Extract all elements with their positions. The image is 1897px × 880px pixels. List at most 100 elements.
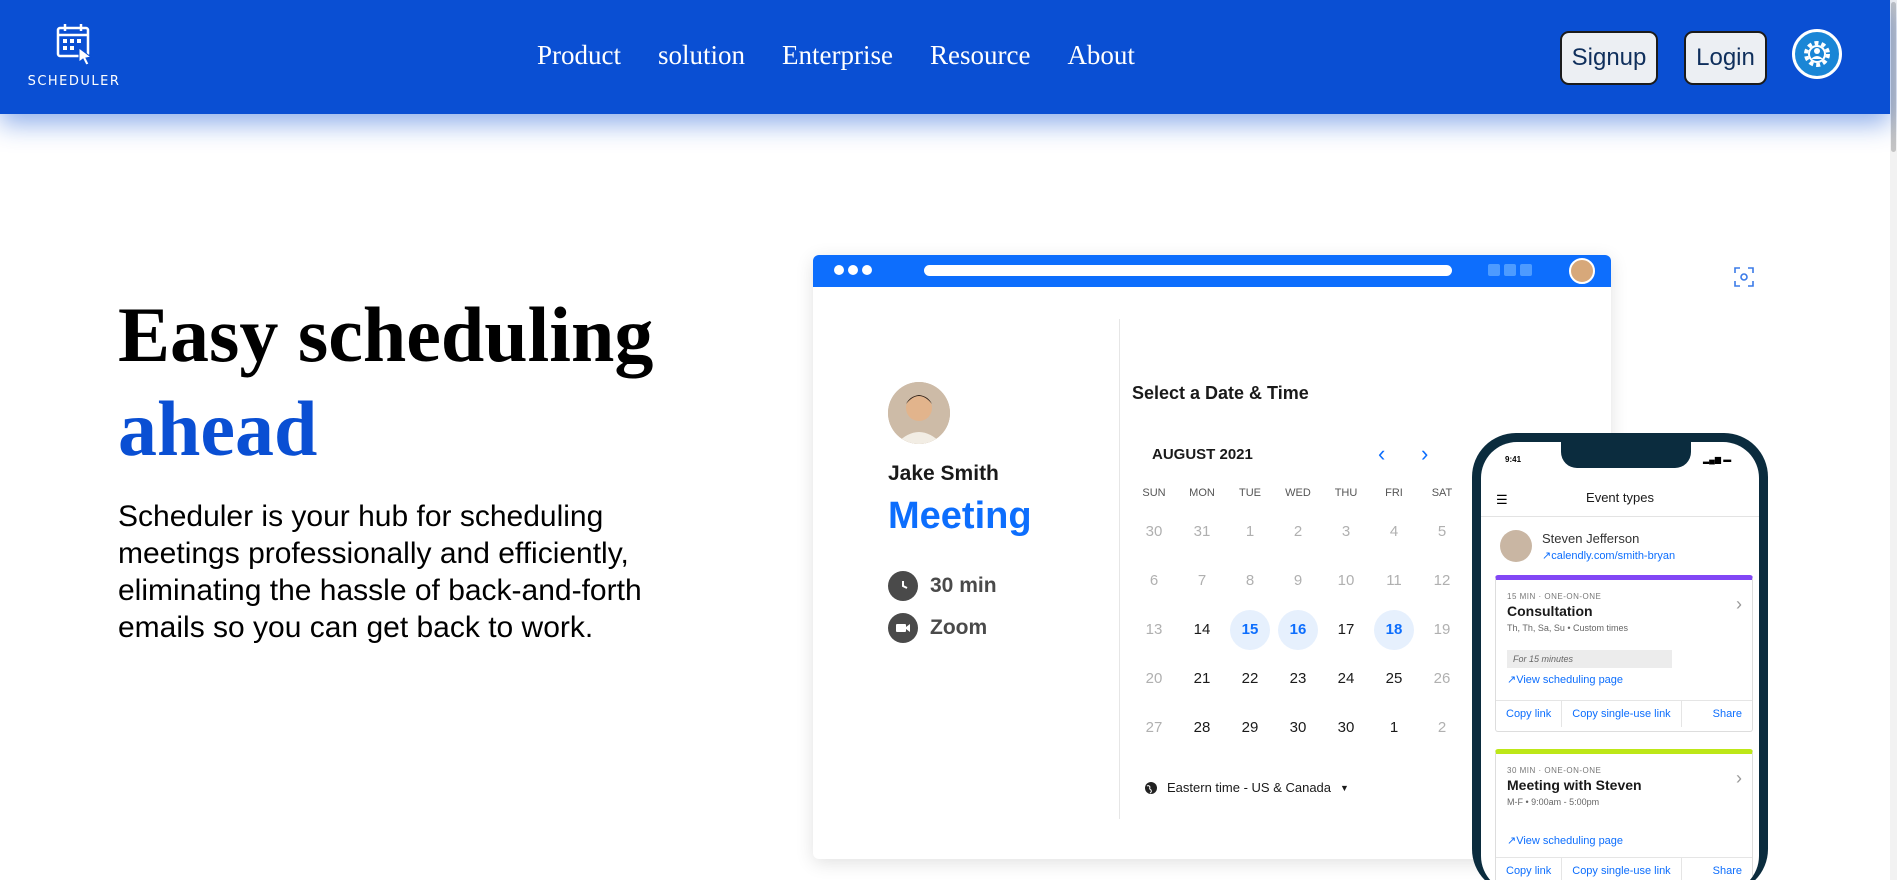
weekday: TUE [1239,487,1261,499]
calendar-day[interactable]: 17 [1322,605,1370,654]
calendar-day: 2 [1293,523,1303,540]
calendar-day[interactable]: 25 [1370,654,1418,703]
host-avatar [888,382,950,444]
phone-mockup: 9:41 ▂▄▆ ▬ ☰ Event types Steven Jefferso… [1472,433,1768,880]
calendar-day[interactable]: 14 [1178,605,1226,654]
weekday: THU [1334,487,1358,499]
event-card[interactable]: 30 MIN · ONE-ON-ONE Meeting with Steven … [1495,749,1753,880]
available-day[interactable]: 16 [1274,605,1322,654]
calendar-week: 6 7 8 9 10 11 12 [1130,556,1466,605]
calendar-day[interactable]: 22 [1226,654,1274,703]
panel-divider [1119,319,1120,819]
calendar-day: 13 [1145,621,1163,638]
card-actions: Copy link Copy single-use link Share [1496,857,1752,880]
calendar-day: 30 [1145,523,1163,540]
view-scheduling-link[interactable]: ↗View scheduling page [1507,834,1623,847]
event-card[interactable]: 15 MIN · ONE-ON-ONE Consultation Th, Th,… [1495,575,1753,732]
main-nav: Product solution Enterprise Resource Abo… [537,40,1135,71]
chevron-right-icon[interactable]: › [1736,594,1742,615]
card-actions: Copy link Copy single-use link Share [1496,700,1752,727]
nav-enterprise[interactable]: Enterprise [782,40,893,71]
calendar-day: 2 [1437,719,1447,736]
phone-title: Event types [1586,490,1654,505]
calendar-day: 26 [1433,670,1451,687]
copy-single-use-link-button[interactable]: Copy single-use link [1562,701,1682,727]
calendar-day: 19 [1433,621,1451,638]
browser-titlebar [813,255,1611,287]
view-scheduling-link[interactable]: ↗View scheduling page [1507,673,1623,686]
login-button[interactable]: Login [1684,31,1767,85]
hero-title-line1: Easy scheduling [118,291,654,378]
video-camera-icon [888,613,918,643]
calendar-day[interactable]: 30 [1322,703,1370,752]
copy-link-button[interactable]: Copy link [1496,858,1563,880]
calendar-day[interactable]: 28 [1178,703,1226,752]
logo-text: SCHEDULER [27,74,121,89]
event-meta: 15 MIN · ONE-ON-ONE [1507,592,1602,601]
top-navbar: SCHEDULER Product solution Enterprise Re… [0,0,1890,114]
weekday: SUN [1142,487,1166,499]
available-day-label: 18 [1374,609,1414,650]
view-scheduling-text: View scheduling page [1516,835,1624,847]
calendar-day[interactable]: 1 [1370,703,1418,752]
calendar-day: 12 [1433,572,1451,589]
status-signal-icon: ▂▄▆ ▬ [1703,455,1732,464]
settings-gear-icon[interactable] [1792,29,1842,79]
calendar-day: 3 [1341,523,1351,540]
calendar-grid: SUN MON TUE WED THU FRI SAT 30 31 1 2 3 … [1130,487,1466,752]
status-time: 9:41 [1505,455,1522,464]
next-month-chevron-icon[interactable]: › [1421,441,1428,467]
event-subtitle: Th, Th, Sa, Su • Custom times [1507,623,1629,633]
user-link-text: calendly.com/smith-bryan [1551,550,1676,562]
calendar-week: 20 21 22 23 24 25 26 [1130,654,1466,703]
event-title: Meeting with Steven [1507,777,1642,793]
page-scrollbar[interactable] [1890,0,1897,880]
browser-avatar [1569,258,1595,284]
month-label: AUGUST 2021 [1152,446,1253,463]
calendar-day[interactable]: 21 [1178,654,1226,703]
calendar-day: 10 [1337,572,1355,589]
calendar-week: 13 14 15 16 17 18 19 [1130,605,1466,654]
globe-icon [1145,781,1157,794]
focus-scan-icon[interactable] [1733,266,1755,288]
copy-link-button[interactable]: Copy link [1496,701,1563,727]
event-name: Meeting [888,495,1032,537]
event-meta: 30 MIN · ONE-ON-ONE [1507,766,1602,775]
calendar-day: 11 [1386,572,1402,589]
user-avatar [1500,530,1532,562]
share-button[interactable]: Share [1703,701,1752,727]
clock-icon [888,571,918,601]
window-dots-icon [834,265,872,275]
available-day-label: 16 [1278,609,1318,650]
calendar-day[interactable]: 30 [1274,703,1322,752]
available-day-label: 15 [1230,609,1270,650]
duration-text: 30 min [930,574,997,597]
nav-resource[interactable]: Resource [930,40,1030,71]
share-button[interactable]: Share [1703,858,1752,880]
calendar-day[interactable]: 23 [1274,654,1322,703]
location-row: Zoom [888,613,987,643]
weekday-header: SUN MON TUE WED THU FRI SAT [1130,487,1466,507]
calendar-day: 20 [1145,670,1163,687]
hero-title: Easy scheduling ahead [118,288,653,476]
nav-product[interactable]: Product [537,40,621,71]
nav-solution[interactable]: solution [658,40,745,71]
prev-month-chevron-icon[interactable]: ‹ [1378,441,1385,467]
timezone-selector[interactable]: Eastern time - US & Canada ▼ [1144,780,1349,795]
calendar-day[interactable]: 24 [1322,654,1370,703]
chevron-right-icon[interactable]: › [1736,768,1742,789]
calendar-day: 6 [1149,572,1159,589]
logo[interactable]: SCHEDULER [24,22,124,89]
calendar-day: 9 [1293,572,1303,589]
available-day[interactable]: 18 [1370,605,1418,654]
calendar-day[interactable]: 29 [1226,703,1274,752]
nav-about[interactable]: About [1067,40,1135,71]
duration-row: 30 min [888,571,997,601]
user-link[interactable]: ↗calendly.com/smith-bryan [1542,549,1675,562]
copy-single-use-link-button[interactable]: Copy single-use link [1562,858,1682,880]
calendar-day: 1 [1245,523,1255,540]
phone-divider [1481,516,1759,517]
calendar-day: 5 [1437,523,1447,540]
available-day[interactable]: 15 [1226,605,1274,654]
signup-button[interactable]: Signup [1560,31,1658,85]
